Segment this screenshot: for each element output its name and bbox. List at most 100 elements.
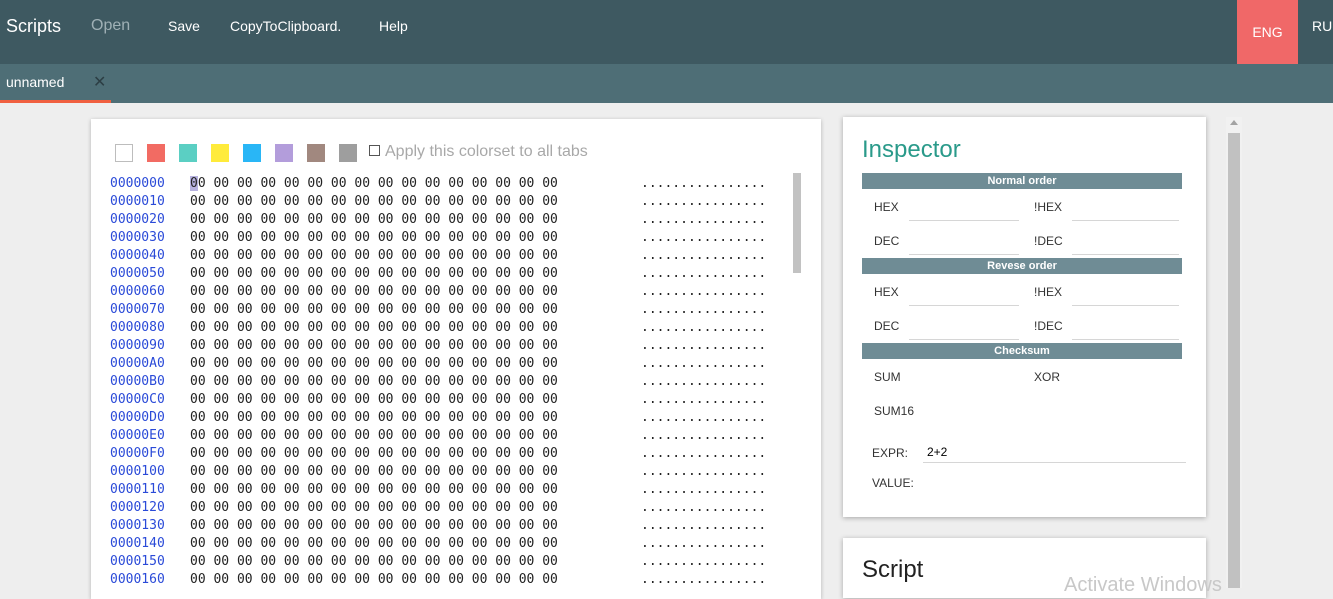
hex-ascii[interactable]: ................	[641, 553, 766, 571]
hex-bytes[interactable]: 00 00 00 00 00 00 00 00 00 00 00 00 00 0…	[190, 265, 641, 283]
menu-save[interactable]: Save	[168, 18, 200, 34]
hex-ascii[interactable]: ................	[641, 301, 766, 319]
hex-ascii[interactable]: ................	[641, 193, 766, 211]
hex-bytes[interactable]: 00 00 00 00 00 00 00 00 00 00 00 00 00 0…	[190, 337, 641, 355]
hex-bytes[interactable]: 00 00 00 00 00 00 00 00 00 00 00 00 00 0…	[190, 373, 641, 391]
apply-colorset-checkbox[interactable]	[369, 145, 380, 156]
color-swatch[interactable]	[211, 144, 229, 162]
hex-row[interactable]: 0000050 00 00 00 00 00 00 00 00 00 00 00 …	[110, 265, 766, 283]
hex-ascii[interactable]: ................	[641, 337, 766, 355]
hex-scrollbar[interactable]	[793, 173, 801, 273]
color-swatch[interactable]	[339, 144, 357, 162]
hex-ascii[interactable]: ................	[641, 373, 766, 391]
hex-row[interactable]: 0000150 00 00 00 00 00 00 00 00 00 00 00 …	[110, 553, 766, 571]
hex-ascii[interactable]: ................	[641, 463, 766, 481]
hex-bytes[interactable]: 00 00 00 00 00 00 00 00 00 00 00 00 00 0…	[190, 409, 641, 427]
hex-ascii[interactable]: ................	[641, 391, 766, 409]
hex-bytes[interactable]: 00 00 00 00 00 00 00 00 00 00 00 00 00 0…	[190, 283, 641, 301]
color-swatch[interactable]	[243, 144, 261, 162]
hex-row[interactable]: 0000080 00 00 00 00 00 00 00 00 00 00 00 …	[110, 319, 766, 337]
page-scrollbar[interactable]	[1226, 117, 1242, 588]
menu-help[interactable]: Help	[379, 18, 408, 34]
hex-ascii[interactable]: ................	[641, 265, 766, 283]
hex-row[interactable]: 0000130 00 00 00 00 00 00 00 00 00 00 00 …	[110, 517, 766, 535]
hex-ascii[interactable]: ................	[641, 517, 766, 535]
hex-row[interactable]: 0000120 00 00 00 00 00 00 00 00 00 00 00 …	[110, 499, 766, 517]
hex-bytes[interactable]: 00 00 00 00 00 00 00 00 00 00 00 00 00 0…	[190, 319, 641, 337]
menu-open[interactable]: Open	[91, 17, 130, 35]
expr-input[interactable]	[923, 442, 1186, 463]
hex-ascii[interactable]: ................	[641, 499, 766, 517]
hex-bytes[interactable]: 00 00 00 00 00 00 00 00 00 00 00 00 00 0…	[190, 535, 641, 553]
hex-ascii[interactable]: ................	[641, 211, 766, 229]
hex-bytes[interactable]: 00 00 00 00 00 00 00 00 00 00 00 00 00 0…	[190, 571, 641, 589]
hex-row[interactable]: 00000D0 00 00 00 00 00 00 00 00 00 00 00 …	[110, 409, 766, 427]
hex-row[interactable]: 0000140 00 00 00 00 00 00 00 00 00 00 00 …	[110, 535, 766, 553]
menu-copy-to-clipboard[interactable]: CopyToClipboard.	[230, 18, 341, 34]
lang-ru-button[interactable]: RU	[1312, 18, 1332, 34]
hex-ascii[interactable]: ................	[641, 445, 766, 463]
hex-ascii[interactable]: ................	[641, 427, 766, 445]
color-swatch[interactable]	[115, 144, 133, 162]
tab-unnamed[interactable]: unnamed ✕	[0, 64, 111, 103]
normal-nhex-field[interactable]	[1072, 200, 1179, 221]
reverse-ndec-field[interactable]	[1072, 319, 1179, 340]
hex-ascii[interactable]: ................	[641, 571, 766, 589]
hex-bytes[interactable]: 00 00 00 00 00 00 00 00 00 00 00 00 00 0…	[190, 247, 641, 265]
hex-ascii[interactable]: ................	[641, 283, 766, 301]
close-icon[interactable]: ✕	[93, 72, 106, 92]
hex-bytes[interactable]: 00 00 00 00 00 00 00 00 00 00 00 00 00 0…	[190, 211, 641, 229]
hex-row[interactable]: 0000070 00 00 00 00 00 00 00 00 00 00 00 …	[110, 301, 766, 319]
hex-bytes[interactable]: 00 00 00 00 00 00 00 00 00 00 00 00 00 0…	[190, 301, 641, 319]
hex-ascii[interactable]: ................	[641, 481, 766, 499]
scroll-up-arrow-icon[interactable]	[1230, 120, 1238, 125]
hex-ascii[interactable]: ................	[641, 247, 766, 265]
hex-bytes[interactable]: 00 00 00 00 00 00 00 00 00 00 00 00 00 0…	[190, 517, 641, 535]
lang-eng-button[interactable]: ENG	[1237, 0, 1298, 64]
page-scroll-thumb[interactable]	[1228, 133, 1240, 588]
hex-bytes[interactable]: 00 00 00 00 00 00 00 00 00 00 00 00 00 0…	[190, 427, 641, 445]
hex-bytes[interactable]: 00 00 00 00 00 00 00 00 00 00 00 00 00 0…	[190, 445, 641, 463]
hex-bytes[interactable]: 00 00 00 00 00 00 00 00 00 00 00 00 00 0…	[190, 175, 641, 193]
hex-row[interactable]: 00000E0 00 00 00 00 00 00 00 00 00 00 00 …	[110, 427, 766, 445]
hex-bytes[interactable]: 00 00 00 00 00 00 00 00 00 00 00 00 00 0…	[190, 553, 641, 571]
hex-bytes[interactable]: 00 00 00 00 00 00 00 00 00 00 00 00 00 0…	[190, 355, 641, 373]
hex-ascii[interactable]: ................	[641, 535, 766, 553]
normal-ndec-field[interactable]	[1072, 234, 1179, 255]
color-swatch[interactable]	[147, 144, 165, 162]
hex-dump[interactable]: 0000000 00 00 00 00 00 00 00 00 00 00 00 …	[110, 175, 766, 589]
hex-bytes[interactable]: 00 00 00 00 00 00 00 00 00 00 00 00 00 0…	[190, 481, 641, 499]
hex-bytes[interactable]: 00 00 00 00 00 00 00 00 00 00 00 00 00 0…	[190, 193, 641, 211]
hex-row[interactable]: 00000C0 00 00 00 00 00 00 00 00 00 00 00 …	[110, 391, 766, 409]
hex-row[interactable]: 0000010 00 00 00 00 00 00 00 00 00 00 00 …	[110, 193, 766, 211]
hex-row[interactable]: 0000110 00 00 00 00 00 00 00 00 00 00 00 …	[110, 481, 766, 499]
hex-row[interactable]: 0000160 00 00 00 00 00 00 00 00 00 00 00 …	[110, 571, 766, 589]
hex-row[interactable]: 0000090 00 00 00 00 00 00 00 00 00 00 00 …	[110, 337, 766, 355]
reverse-dec-field[interactable]	[909, 319, 1019, 340]
reverse-nhex-field[interactable]	[1072, 285, 1179, 306]
hex-row[interactable]: 0000030 00 00 00 00 00 00 00 00 00 00 00 …	[110, 229, 766, 247]
hex-row[interactable]: 00000F0 00 00 00 00 00 00 00 00 00 00 00 …	[110, 445, 766, 463]
hex-ascii[interactable]: ................	[641, 409, 766, 427]
normal-hex-field[interactable]	[909, 200, 1019, 221]
hex-row[interactable]: 0000040 00 00 00 00 00 00 00 00 00 00 00 …	[110, 247, 766, 265]
hex-bytes[interactable]: 00 00 00 00 00 00 00 00 00 00 00 00 00 0…	[190, 499, 641, 517]
hex-bytes[interactable]: 00 00 00 00 00 00 00 00 00 00 00 00 00 0…	[190, 463, 641, 481]
hex-row[interactable]: 0000060 00 00 00 00 00 00 00 00 00 00 00 …	[110, 283, 766, 301]
hex-row[interactable]: 00000B0 00 00 00 00 00 00 00 00 00 00 00 …	[110, 373, 766, 391]
hex-ascii[interactable]: ................	[641, 175, 766, 193]
cursor-byte[interactable]: 0	[190, 176, 198, 191]
color-swatch[interactable]	[307, 144, 325, 162]
hex-ascii[interactable]: ................	[641, 319, 766, 337]
hex-bytes[interactable]: 00 00 00 00 00 00 00 00 00 00 00 00 00 0…	[190, 229, 641, 247]
hex-row[interactable]: 0000100 00 00 00 00 00 00 00 00 00 00 00 …	[110, 463, 766, 481]
reverse-hex-field[interactable]	[909, 285, 1019, 306]
hex-bytes[interactable]: 00 00 00 00 00 00 00 00 00 00 00 00 00 0…	[190, 391, 641, 409]
normal-dec-field[interactable]	[909, 234, 1019, 255]
color-swatch[interactable]	[275, 144, 293, 162]
hex-row[interactable]: 0000000 00 00 00 00 00 00 00 00 00 00 00 …	[110, 175, 766, 193]
hex-row[interactable]: 00000A0 00 00 00 00 00 00 00 00 00 00 00 …	[110, 355, 766, 373]
hex-ascii[interactable]: ................	[641, 355, 766, 373]
hex-ascii[interactable]: ................	[641, 229, 766, 247]
hex-row[interactable]: 0000020 00 00 00 00 00 00 00 00 00 00 00 …	[110, 211, 766, 229]
